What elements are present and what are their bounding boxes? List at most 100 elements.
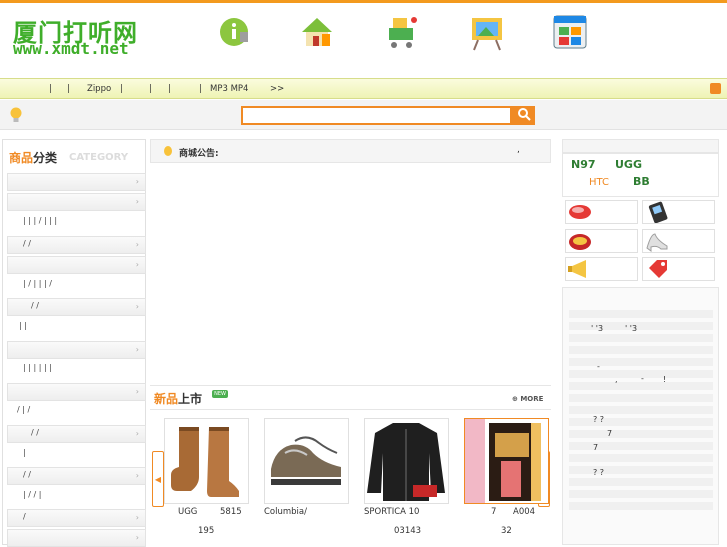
category-item[interactable]: › <box>7 256 146 274</box>
cart-icon[interactable] <box>383 14 423 54</box>
category-tile-mouse[interactable] <box>565 200 638 224</box>
product-name-code[interactable]: A004 <box>513 507 535 517</box>
brand-bb[interactable]: BB <box>633 175 650 188</box>
list-item[interactable] <box>569 478 713 486</box>
category-sub[interactable]: | / | | | / <box>23 279 52 288</box>
product-image-boots[interactable] <box>164 418 249 504</box>
top-nav-bar: | | Zippo | | | | MP3 MP4 >> <box>0 78 727 99</box>
list-item-text[interactable]: ' '3 <box>591 324 603 333</box>
new-products-header: 新品上市 NEW ⊕ MORE <box>150 385 551 410</box>
category-tile-tag[interactable] <box>642 257 715 281</box>
list-item[interactable] <box>569 502 713 510</box>
nav-item-zippo[interactable]: Zippo <box>87 84 111 94</box>
brand-n97[interactable]: N97 <box>571 158 596 171</box>
brand-ugg[interactable]: UGG <box>615 158 642 171</box>
list-item[interactable] <box>569 430 713 438</box>
category-tile-shoe[interactable] <box>642 229 715 253</box>
list-item[interactable] <box>569 310 713 318</box>
product-image-jacket[interactable] <box>364 418 449 504</box>
product-image-shoes[interactable] <box>264 418 349 504</box>
list-item-text[interactable]: ' '3 <box>625 324 637 333</box>
phone-icon <box>648 201 668 224</box>
list-item-text[interactable]: , <box>615 375 618 384</box>
category-item[interactable]: › <box>7 425 146 443</box>
product-image-cosmetic[interactable] <box>464 418 549 504</box>
list-item[interactable] <box>569 454 713 462</box>
notice-icon <box>164 146 172 156</box>
list-item[interactable] <box>569 406 713 414</box>
list-item-text[interactable]: 7 <box>593 443 598 452</box>
brand-htc[interactable]: HTC <box>589 177 609 188</box>
more-link[interactable]: ⊕ MORE <box>512 395 543 403</box>
category-item[interactable]: › <box>7 509 146 527</box>
list-item[interactable] <box>569 346 713 354</box>
list-item[interactable] <box>569 394 713 402</box>
nav-separator: | <box>199 84 202 94</box>
list-item[interactable] <box>569 382 713 390</box>
list-item[interactable] <box>569 442 713 450</box>
product-price: 195 <box>198 526 215 536</box>
category-sub[interactable]: / | / <box>17 405 30 414</box>
rss-icon[interactable] <box>710 83 721 94</box>
search-icon <box>517 108 531 121</box>
nav-item-more[interactable]: >> <box>270 84 284 94</box>
list-item[interactable] <box>569 334 713 342</box>
nav-separator: | <box>67 84 70 94</box>
category-sub[interactable]: / / <box>31 301 39 310</box>
boots-image <box>171 427 239 497</box>
list-item[interactable] <box>569 358 713 366</box>
product-name[interactable]: SPORTICA 10 <box>364 507 419 517</box>
search-button[interactable] <box>512 106 535 125</box>
search-bar <box>0 100 727 130</box>
list-item[interactable] <box>569 418 713 426</box>
list-item[interactable] <box>569 490 713 498</box>
category-sub[interactable]: | | | | | | <box>23 363 52 372</box>
list-item-text[interactable]: ? ? <box>593 415 604 424</box>
easel-icon[interactable] <box>468 14 508 54</box>
list-item-text[interactable]: - <box>641 374 644 383</box>
list-item-text[interactable]: 7 <box>607 429 612 438</box>
category-sub[interactable]: / / <box>31 428 39 437</box>
category-item[interactable]: › <box>7 173 146 191</box>
category-item[interactable]: › <box>7 529 146 547</box>
product-name[interactable]: UGG <box>178 507 197 517</box>
info-icon[interactable] <box>216 14 256 54</box>
category-sub[interactable]: | | <box>19 321 27 330</box>
notice-bar: 商城公告: , <box>150 139 551 163</box>
category-tile-phone[interactable] <box>642 200 715 224</box>
product-name[interactable]: Columbia/ <box>264 507 307 517</box>
list-item-text[interactable]: - <box>597 362 600 371</box>
search-input[interactable] <box>241 106 512 125</box>
category-title: 商品分类 <box>9 151 58 165</box>
category-item[interactable]: › <box>7 193 146 211</box>
grid-icon[interactable] <box>552 14 592 54</box>
list-item-text[interactable]: ? ? <box>593 468 604 477</box>
carousel-prev-button[interactable]: ◀ <box>152 451 164 507</box>
new-badge: NEW <box>212 390 228 398</box>
category-tile-megaphone[interactable] <box>565 257 638 281</box>
home-icon[interactable] <box>298 14 338 54</box>
category-item[interactable]: › <box>7 383 146 401</box>
product-name[interactable]: 7 <box>491 507 496 517</box>
nav-item-mp3-mp4[interactable]: MP3 MP4 <box>210 84 248 94</box>
category-sub[interactable]: | <box>23 448 26 457</box>
list-item-text[interactable]: ! <box>663 375 666 384</box>
category-sub[interactable]: / <box>23 512 26 521</box>
category-panel: 商品分类 CATEGORY › › | | | / | | | › / / › … <box>2 139 146 547</box>
category-title-en: CATEGORY <box>69 152 129 163</box>
category-sub[interactable]: / / <box>23 470 31 479</box>
right-info-list: ' '3 ' '3 - , - ! ? ? 7 7 ? ? <box>562 287 719 545</box>
category-tile-food[interactable] <box>565 229 638 253</box>
nav-separator: | <box>49 84 52 94</box>
notice-text: , <box>517 145 520 155</box>
notice-label: 商城公告: <box>179 149 219 159</box>
new-products-title: 新品上市 <box>154 392 203 406</box>
category-item[interactable]: › <box>7 298 146 316</box>
category-item[interactable]: › <box>7 341 146 359</box>
product-name-code[interactable]: 5815 <box>220 507 242 517</box>
category-sub[interactable]: | / / | <box>23 490 41 499</box>
mouse-icon <box>569 205 591 219</box>
list-item[interactable] <box>569 466 713 474</box>
category-sub[interactable]: | | | / | | | <box>23 216 57 225</box>
category-sub[interactable]: / / <box>23 239 31 248</box>
